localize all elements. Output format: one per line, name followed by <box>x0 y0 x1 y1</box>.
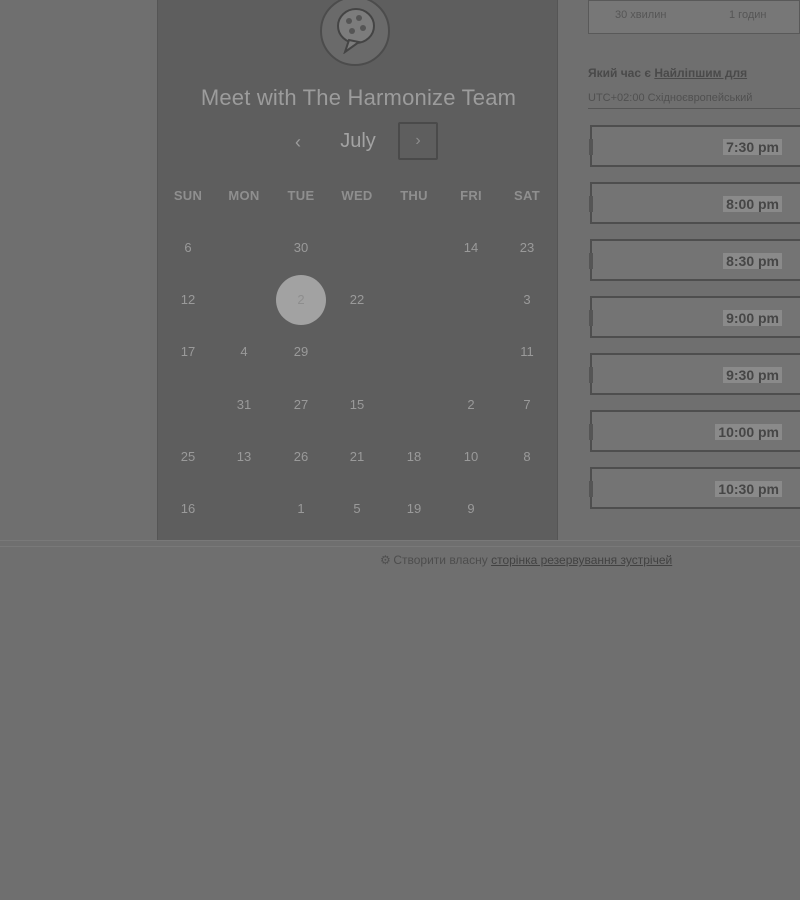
weekday-sat: SAT <box>514 188 540 203</box>
slot-marker <box>589 310 593 326</box>
calendar-day[interactable]: 17 <box>168 340 208 364</box>
calendar-day[interactable]: 19 <box>394 497 434 521</box>
time-slot-label: 8:30 pm <box>723 253 782 269</box>
calendar-day[interactable]: 2 <box>451 393 491 417</box>
question-link[interactable]: Найліпшим для <box>654 66 747 80</box>
time-slot[interactable]: 10:30 pm <box>589 467 800 509</box>
calendar-day[interactable]: 18 <box>394 445 434 469</box>
calendar-day[interactable]: 10 <box>451 445 491 469</box>
slot-marker <box>589 139 593 155</box>
calendar-day[interactable]: 8 <box>507 445 547 469</box>
calendar-day[interactable]: 25 <box>168 445 208 469</box>
team-logo <box>320 0 390 66</box>
weekday-fri: FRI <box>460 188 482 203</box>
time-slot-label: 9:30 pm <box>723 367 782 383</box>
calendar-day[interactable]: 7 <box>507 393 547 417</box>
calendar-day[interactable]: 16 <box>168 497 208 521</box>
booking-card: Meet with The Harmonize Team ‹ July › SU… <box>157 0 558 540</box>
page-title: Meet with The Harmonize Team <box>200 85 517 110</box>
time-slot[interactable]: 9:00 pm <box>589 296 800 338</box>
calendar-day[interactable]: 31 <box>224 393 264 417</box>
timezone-label[interactable]: UTC+02:00 Східноєвропейський <box>588 92 800 109</box>
calendar-day[interactable]: 3 <box>507 288 547 312</box>
weekday-wed: WED <box>341 188 373 203</box>
question-prefix: Який час є <box>588 66 655 80</box>
time-slot-label: 8:00 pm <box>723 196 782 212</box>
calendar-day[interactable]: 14 <box>451 236 491 260</box>
time-slot[interactable]: 7:30 pm <box>589 125 800 167</box>
footer-prefix: Створити власну <box>393 553 492 567</box>
calendar-day[interactable]: 22 <box>337 288 377 312</box>
calendar-day[interactable]: 1 <box>281 497 321 521</box>
footer-link-text[interactable]: сторінка резервування зустрічей <box>491 553 672 567</box>
time-slot-label: 7:30 pm <box>723 139 782 155</box>
calendar-day[interactable]: 30 <box>281 236 321 260</box>
time-slot[interactable]: 8:30 pm <box>589 239 800 281</box>
weekday-sun: SUN <box>173 188 203 203</box>
time-slot[interactable]: 10:00 pm <box>589 410 800 452</box>
duration-30-min[interactable]: 30 хвилин <box>615 9 666 21</box>
weekday-tue: TUE <box>287 188 315 203</box>
divider <box>0 546 800 547</box>
time-slot-label: 10:30 pm <box>715 481 782 497</box>
calendar-day[interactable]: 23 <box>507 236 547 260</box>
time-slot-label: 9:00 pm <box>723 310 782 326</box>
month-label: July <box>340 130 376 152</box>
calendar-day[interactable]: 21 <box>337 445 377 469</box>
slot-marker <box>589 367 593 383</box>
slot-marker <box>589 196 593 212</box>
slot-marker <box>589 424 593 440</box>
time-slot[interactable]: 8:00 pm <box>589 182 800 224</box>
time-slot-label: 10:00 pm <box>715 424 782 440</box>
calendar-day[interactable]: 9 <box>451 497 491 521</box>
calendar-day[interactable]: 26 <box>281 445 321 469</box>
calendar-day[interactable]: 4 <box>224 340 264 364</box>
time-slot[interactable]: 9:30 pm <box>589 353 800 395</box>
calendar-day[interactable]: 13 <box>224 445 264 469</box>
calendar-day[interactable]: 12 <box>168 288 208 312</box>
next-month-button[interactable]: › <box>398 122 438 160</box>
calendar-day[interactable]: 5 <box>337 497 377 521</box>
calendar-day-selected[interactable]: 2 <box>276 275 326 325</box>
calendar-day[interactable]: 11 <box>507 340 547 364</box>
create-booking-page-link[interactable]: ⚙ Створити власну сторінка резервування … <box>380 553 750 573</box>
calendar-day[interactable]: 27 <box>281 393 321 417</box>
calendar-day[interactable]: 6 <box>168 236 208 260</box>
settings-icon: ⚙ <box>380 553 391 567</box>
chat-bubble-icon <box>337 8 375 54</box>
duration-selector: 30 хвилин 1 годин <box>588 0 800 34</box>
duration-1-hour[interactable]: 1 годин <box>729 9 766 21</box>
calendar-day[interactable]: 29 <box>281 340 321 364</box>
calendar-day[interactable]: 15 <box>337 393 377 417</box>
slot-marker <box>589 253 593 269</box>
weekday-thu: THU <box>400 188 428 203</box>
divider <box>0 540 800 541</box>
slot-marker <box>589 481 593 497</box>
time-question: Який час є Найліпшим для <box>588 66 800 80</box>
weekday-mon: MON <box>228 188 260 203</box>
prev-month-button[interactable]: ‹ <box>286 128 310 156</box>
